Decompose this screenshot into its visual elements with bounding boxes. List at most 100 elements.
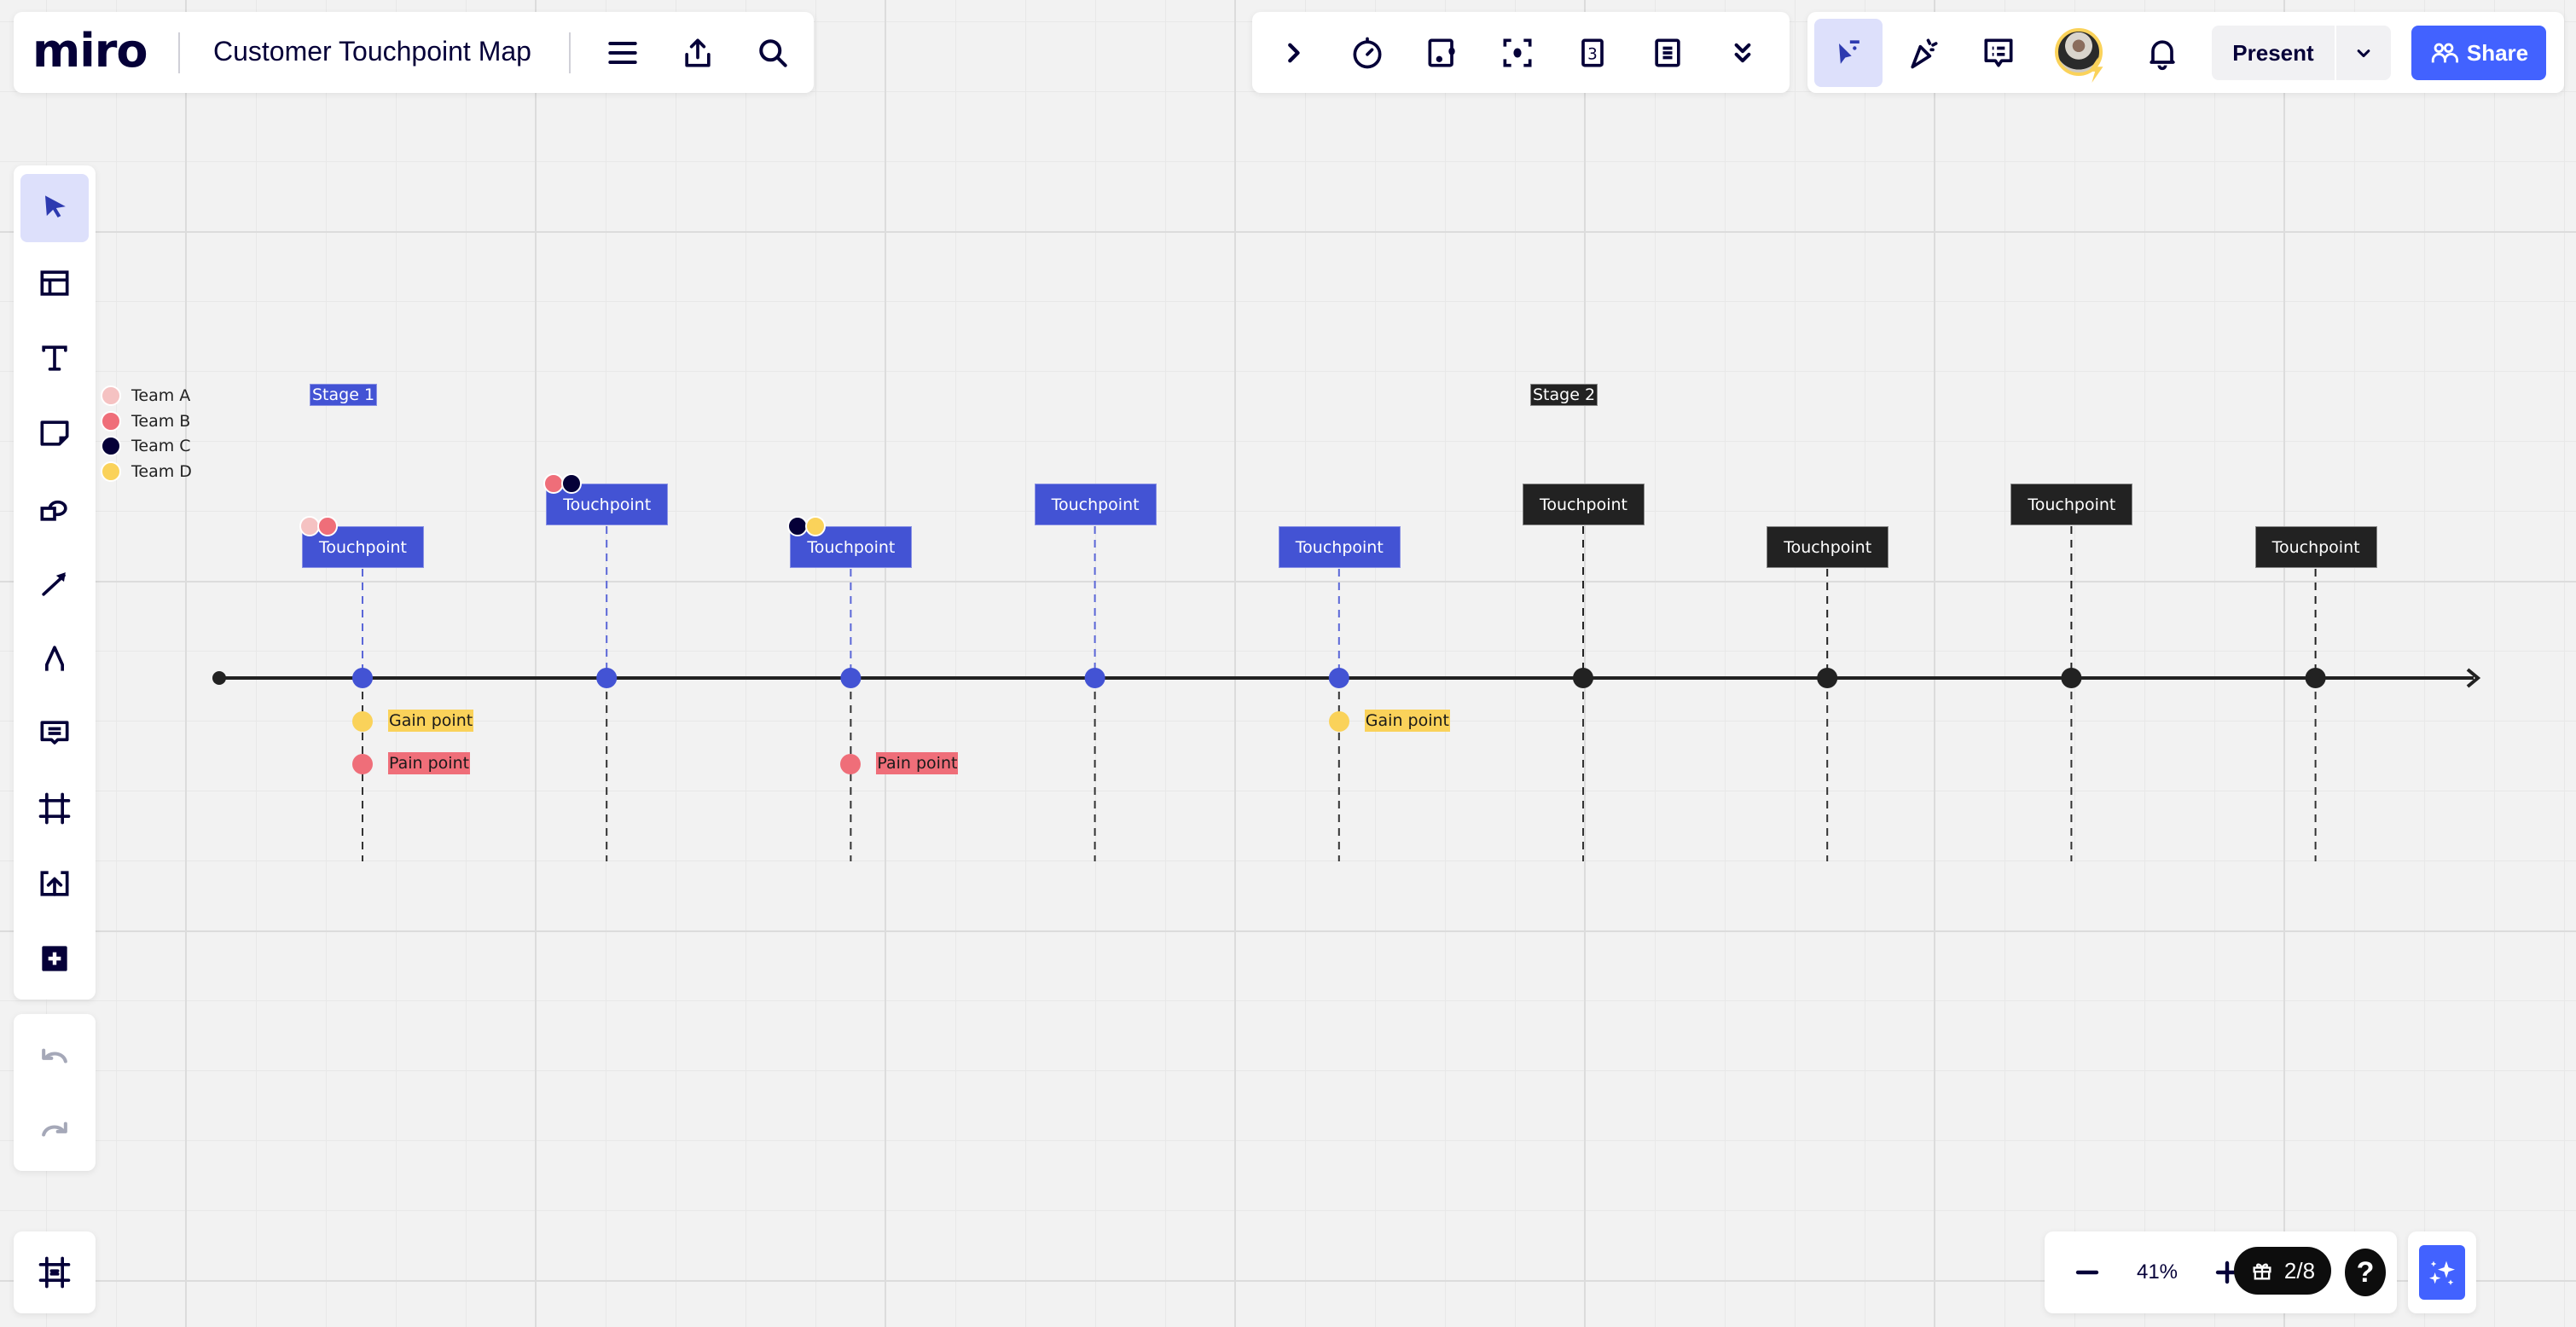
focus-button[interactable] bbox=[1483, 19, 1552, 87]
timeline-node[interactable] bbox=[1328, 668, 1349, 688]
upload-icon bbox=[40, 871, 69, 896]
legend-label: Team B bbox=[131, 411, 191, 431]
team-marker-dot[interactable] bbox=[561, 473, 583, 494]
timeline-node[interactable] bbox=[2305, 668, 2326, 688]
gain-point-label[interactable]: Gain point bbox=[388, 710, 474, 732]
tool-text[interactable] bbox=[20, 324, 89, 392]
arrow-line-icon bbox=[42, 572, 66, 596]
undo-icon bbox=[42, 1048, 67, 1063]
timeline-node[interactable] bbox=[2061, 668, 2082, 688]
chevron-down-icon bbox=[2357, 49, 2370, 58]
gain-point-dot[interactable] bbox=[352, 711, 373, 732]
share-label: Share bbox=[2466, 39, 2529, 66]
double-chevron-down-icon bbox=[1734, 43, 1751, 63]
timer-icon bbox=[1353, 37, 1382, 69]
creation-toolbar bbox=[14, 165, 96, 1000]
celebrate-button[interactable] bbox=[1889, 19, 1958, 87]
history-panel bbox=[14, 1014, 96, 1171]
divider bbox=[569, 32, 571, 73]
bell-icon bbox=[2150, 40, 2175, 71]
tool-comment[interactable] bbox=[20, 699, 89, 768]
tool-sticky-note[interactable] bbox=[20, 399, 89, 467]
tool-connection-line[interactable] bbox=[20, 549, 89, 617]
present-button[interactable]: Present bbox=[2212, 26, 2335, 80]
touchpoint-card[interactable]: Touchpoint bbox=[1523, 484, 1645, 525]
timeline-node[interactable] bbox=[596, 668, 618, 688]
card-icon bbox=[1428, 38, 1455, 67]
stage-1-label[interactable]: Stage 1 bbox=[310, 384, 378, 406]
tool-upload[interactable] bbox=[20, 849, 89, 918]
gain-point-dot[interactable] bbox=[1328, 711, 1349, 732]
touchpoint-card[interactable]: Touchpoint bbox=[1034, 484, 1157, 525]
timeline-node[interactable] bbox=[1817, 668, 1838, 688]
timeline-node[interactable] bbox=[352, 668, 373, 688]
team-color-dot bbox=[101, 410, 121, 432]
team-color-dot bbox=[101, 436, 121, 456]
menu-button[interactable] bbox=[589, 19, 657, 87]
more-tools-button[interactable] bbox=[1709, 19, 1777, 87]
gain-point-label[interactable]: Gain point bbox=[1364, 710, 1450, 732]
legend-item[interactable]: Team B bbox=[101, 410, 190, 432]
timer-button[interactable] bbox=[1333, 19, 1401, 87]
notes-icon bbox=[1655, 38, 1680, 67]
templates-icon bbox=[40, 270, 69, 296]
collaboration-toolbar: 3 bbox=[1252, 12, 1790, 93]
pain-point-dot[interactable] bbox=[352, 754, 373, 774]
timeline-node[interactable] bbox=[1573, 668, 1593, 688]
count-card-button[interactable]: 3 bbox=[1558, 19, 1627, 87]
cursor-follow-icon bbox=[1839, 40, 1859, 64]
undo-button[interactable] bbox=[20, 1023, 89, 1091]
cursor-icon bbox=[45, 195, 66, 217]
tool-select[interactable] bbox=[20, 174, 89, 242]
present-button-group: Present bbox=[2212, 26, 2391, 80]
export-button[interactable] bbox=[664, 19, 732, 87]
tool-more-apps[interactable] bbox=[20, 924, 89, 993]
comments-button[interactable] bbox=[1964, 19, 2033, 87]
zoom-panel: 41% 2/8 ? bbox=[2045, 1231, 2397, 1313]
pain-point-label[interactable]: Pain point bbox=[388, 752, 471, 774]
zoom-level[interactable]: 41% bbox=[2126, 1260, 2188, 1284]
frame-icon bbox=[38, 792, 71, 825]
timeline-node[interactable] bbox=[840, 668, 862, 688]
legend-item[interactable]: Team A bbox=[101, 385, 190, 407]
legend-item[interactable]: Team C bbox=[101, 435, 191, 457]
board-title[interactable]: Customer Touchpoint Map bbox=[213, 36, 531, 67]
gift-counter-button[interactable]: 2/8 bbox=[2234, 1247, 2331, 1295]
expand-toolbar-button[interactable] bbox=[1259, 19, 1327, 87]
user-avatar[interactable] bbox=[2055, 28, 2103, 83]
team-color-dot bbox=[101, 461, 121, 482]
share-button[interactable]: Share bbox=[2411, 26, 2546, 80]
frames-button[interactable] bbox=[20, 1238, 89, 1307]
notifications-button[interactable] bbox=[2128, 19, 2196, 87]
touchpoint-card[interactable]: Touchpoint bbox=[2254, 526, 2377, 568]
chevron-right-icon bbox=[1288, 43, 1300, 63]
pain-point-label[interactable]: Pain point bbox=[876, 752, 959, 774]
share-toolbar: Present Share bbox=[1807, 12, 2564, 93]
miro-logo[interactable]: miro bbox=[32, 24, 148, 78]
legend-item[interactable]: Team D bbox=[101, 461, 192, 483]
gift-icon bbox=[2253, 1263, 2271, 1280]
team-color-dot bbox=[101, 385, 121, 406]
search-button[interactable] bbox=[739, 19, 807, 87]
tool-frame[interactable] bbox=[20, 774, 89, 843]
timeline-node[interactable] bbox=[1084, 668, 1105, 688]
notes-button[interactable] bbox=[1633, 19, 1702, 87]
legend-label: Team D bbox=[131, 461, 192, 481]
team-marker-dot[interactable] bbox=[317, 516, 338, 536]
minus-icon bbox=[2075, 1270, 2099, 1275]
tool-shapes[interactable] bbox=[20, 474, 89, 542]
tool-templates[interactable] bbox=[20, 249, 89, 317]
cursor-follow-button[interactable] bbox=[1814, 19, 1883, 87]
touchpoint-card[interactable]: Touchpoint bbox=[1767, 526, 1889, 568]
present-options-button[interactable] bbox=[2336, 26, 2391, 80]
stage-2-label[interactable]: Stage 2 bbox=[1530, 384, 1598, 406]
help-button[interactable]: ? bbox=[2345, 1249, 2386, 1296]
card-button[interactable] bbox=[1408, 19, 1477, 87]
tool-pen[interactable] bbox=[20, 624, 89, 692]
legend-label: Team A bbox=[131, 386, 191, 405]
ai-assist-button[interactable] bbox=[2419, 1245, 2465, 1300]
touchpoint-card[interactable]: Touchpoint bbox=[1278, 526, 1401, 568]
redo-button[interactable] bbox=[20, 1096, 89, 1164]
zoom-out-button[interactable] bbox=[2053, 1238, 2121, 1307]
touchpoint-card[interactable]: Touchpoint bbox=[2010, 484, 2133, 525]
